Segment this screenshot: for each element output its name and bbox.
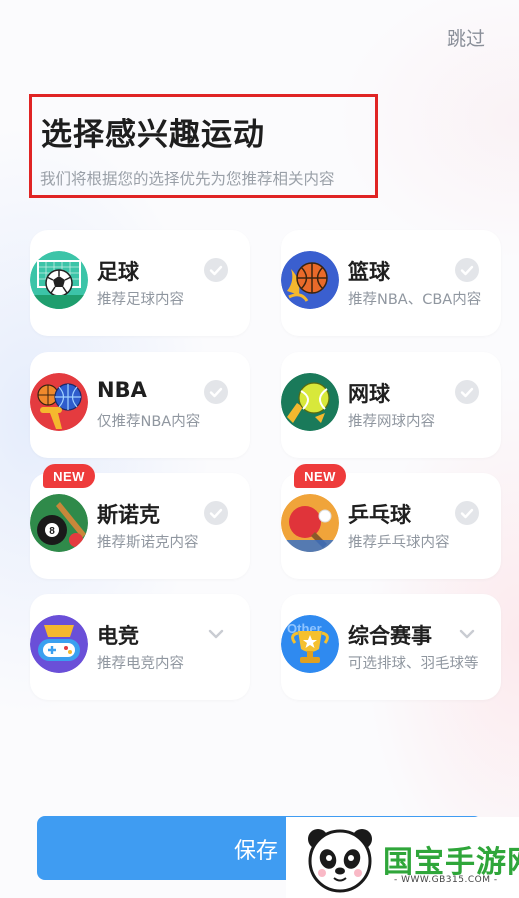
watermark-url: - WWW.GB315.COM - [394,875,498,885]
trophy-icon: Other [281,615,339,673]
watermark-logo: 国宝手游网 - WWW.GB315.COM - [286,817,519,898]
skip-button[interactable]: 跳过 [447,24,485,51]
sport-card-tennis[interactable]: 网球 推荐网球内容 [281,352,501,458]
sport-name: 足球 [97,260,139,284]
chevron-down-icon[interactable] [457,626,477,640]
sport-card-other[interactable]: Other 综合赛事 可选排球、羽毛球等 [281,594,501,700]
sport-name: NBA [97,378,147,402]
page-title: 选择感兴趣运动 [41,117,265,153]
table-tennis-icon [281,494,339,552]
sport-name: 乒乓球 [348,503,411,527]
sport-card-esports[interactable]: 电竞 推荐电竞内容 [30,594,250,700]
sport-desc: 可选排球、羽毛球等 [348,656,479,672]
sport-card-soccer[interactable]: 足球 推荐足球内容 [30,230,250,336]
sport-desc: 推荐网球内容 [348,414,435,430]
sport-desc: 推荐NBA、CBA内容 [348,292,482,308]
soccer-icon [30,251,88,309]
checkmark-icon[interactable] [455,501,479,525]
checkmark-icon[interactable] [204,380,228,404]
snooker-icon: 8 [30,494,88,552]
esports-icon [30,615,88,673]
checkmark-icon[interactable] [455,380,479,404]
sport-desc: 推荐乒乓球内容 [348,535,450,551]
sport-desc: 推荐斯诺克内容 [97,535,199,551]
save-button-label: 保存 [234,839,279,864]
sport-card-table-tennis[interactable]: NEW 乒乓球 推荐乒乓球内容 [281,464,501,579]
chevron-down-icon[interactable] [206,626,226,640]
sport-card-basketball[interactable]: 篮球 推荐NBA、CBA内容 [281,230,501,336]
svg-text:8: 8 [49,526,55,537]
new-badge: NEW [43,464,95,488]
basketball-icon [281,251,339,309]
sport-name: 篮球 [348,260,390,284]
checkmark-icon[interactable] [455,258,479,282]
new-badge: NEW [294,464,346,488]
panda-icon [308,829,372,893]
page-subtitle: 我们将根据您的选择优先为您推荐相关内容 [40,170,335,188]
tennis-icon [281,373,339,431]
sport-desc: 仅推荐NBA内容 [97,414,201,430]
sport-desc: 推荐电竞内容 [97,656,184,672]
checkmark-icon[interactable] [204,501,228,525]
sport-name: 电竞 [97,624,139,648]
sport-name: 综合赛事 [348,624,432,648]
sport-card-snooker[interactable]: 8 NEW 斯诺克 推荐斯诺克内容 [30,464,250,579]
sport-card-nba[interactable]: NBA 仅推荐NBA内容 [30,352,250,458]
header-highlight-box: 选择感兴趣运动 我们将根据您的选择优先为您推荐相关内容 [29,94,378,198]
nba-icon [30,373,88,431]
checkmark-icon[interactable] [204,258,228,282]
sport-name: 斯诺克 [97,503,160,527]
sport-name: 网球 [348,382,390,406]
sport-desc: 推荐足球内容 [97,292,184,308]
